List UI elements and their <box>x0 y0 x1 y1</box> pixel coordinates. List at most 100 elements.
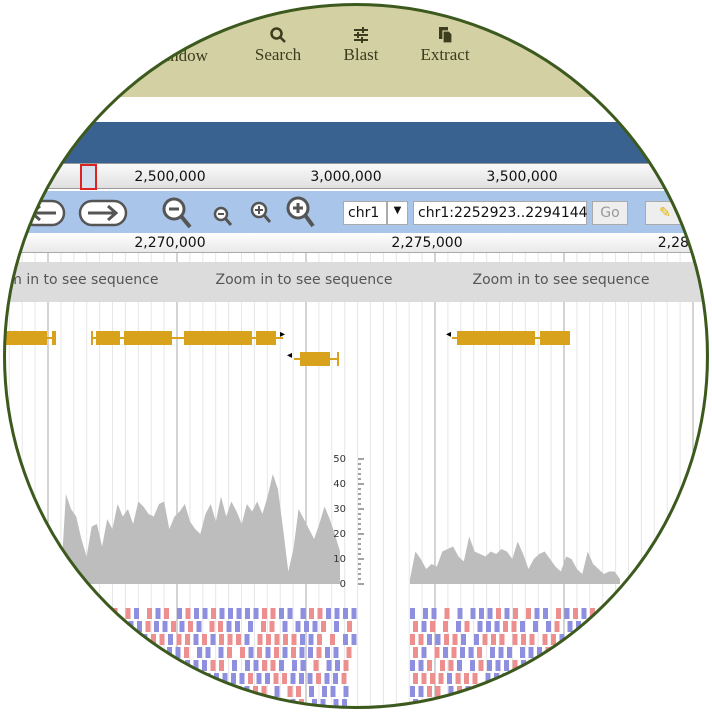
read <box>690 673 696 684</box>
gene-exon[interactable] <box>300 352 330 366</box>
axis-tick: 20 <box>333 529 346 540</box>
read <box>81 621 87 632</box>
read <box>120 673 125 684</box>
read <box>273 699 279 708</box>
read <box>461 634 466 645</box>
read <box>300 660 306 671</box>
read <box>231 673 236 684</box>
gene-exon[interactable] <box>337 352 339 366</box>
gene-exon[interactable] <box>184 331 252 345</box>
read <box>418 634 424 645</box>
read <box>103 621 108 632</box>
read <box>496 608 501 619</box>
read <box>477 621 483 632</box>
read <box>683 699 688 708</box>
read <box>210 660 216 671</box>
gene-exon[interactable] <box>256 331 276 345</box>
read <box>245 608 250 619</box>
read <box>662 621 667 632</box>
read <box>532 673 538 684</box>
read <box>162 621 168 632</box>
read <box>619 621 624 632</box>
read <box>151 634 156 645</box>
read <box>670 660 676 671</box>
read <box>606 634 612 645</box>
read <box>559 660 565 671</box>
read <box>421 647 427 658</box>
gene-exon[interactable] <box>540 331 570 345</box>
read <box>274 686 280 697</box>
read <box>180 686 186 697</box>
read <box>512 660 518 671</box>
read <box>486 699 491 708</box>
read <box>470 608 476 619</box>
read <box>678 647 683 658</box>
read <box>196 621 202 632</box>
read <box>209 621 215 632</box>
read <box>524 673 529 684</box>
read <box>632 621 637 632</box>
gene-exon[interactable] <box>52 331 56 345</box>
read <box>40 634 45 645</box>
read <box>309 686 314 697</box>
read <box>615 634 620 645</box>
read <box>120 699 125 708</box>
read <box>426 699 431 708</box>
read <box>309 608 314 619</box>
read <box>618 647 623 658</box>
read <box>185 660 190 671</box>
read <box>154 699 159 708</box>
read <box>567 699 572 708</box>
read <box>171 621 176 632</box>
read <box>525 686 530 697</box>
gene-exon[interactable] <box>124 331 172 345</box>
read <box>440 660 445 671</box>
read <box>615 660 620 671</box>
read <box>567 647 572 658</box>
read <box>575 647 581 658</box>
read <box>675 608 681 619</box>
read <box>227 686 233 697</box>
gene-exon[interactable] <box>4 331 47 345</box>
read <box>317 634 322 645</box>
read <box>53 634 58 645</box>
read <box>265 673 270 684</box>
read <box>551 660 556 671</box>
read <box>555 686 560 697</box>
read <box>585 660 590 671</box>
read <box>74 660 79 671</box>
read <box>438 673 444 684</box>
gene-exon[interactable] <box>96 331 120 345</box>
axis-tick: 10 <box>333 554 346 565</box>
read <box>691 647 696 658</box>
read <box>99 686 105 697</box>
gene-exon[interactable] <box>457 331 535 345</box>
read <box>184 699 189 708</box>
read <box>684 608 689 619</box>
read <box>239 673 245 684</box>
read <box>679 686 685 697</box>
read <box>648 647 653 658</box>
read <box>227 647 232 658</box>
read <box>138 686 143 697</box>
read <box>452 634 458 645</box>
strand-arrow-left-icon: ◂ <box>287 350 293 361</box>
read <box>526 608 531 619</box>
read <box>94 647 99 658</box>
read <box>116 660 122 671</box>
read <box>73 673 78 684</box>
read <box>73 699 78 708</box>
read <box>176 634 182 645</box>
read <box>158 673 164 684</box>
read <box>491 634 496 645</box>
read <box>623 634 629 645</box>
read <box>91 608 96 619</box>
read <box>447 673 452 684</box>
read <box>593 699 598 708</box>
read <box>70 634 75 645</box>
read <box>704 699 708 708</box>
alignments-track <box>40 608 708 708</box>
read <box>551 634 556 645</box>
read <box>197 686 203 697</box>
read <box>240 647 245 658</box>
